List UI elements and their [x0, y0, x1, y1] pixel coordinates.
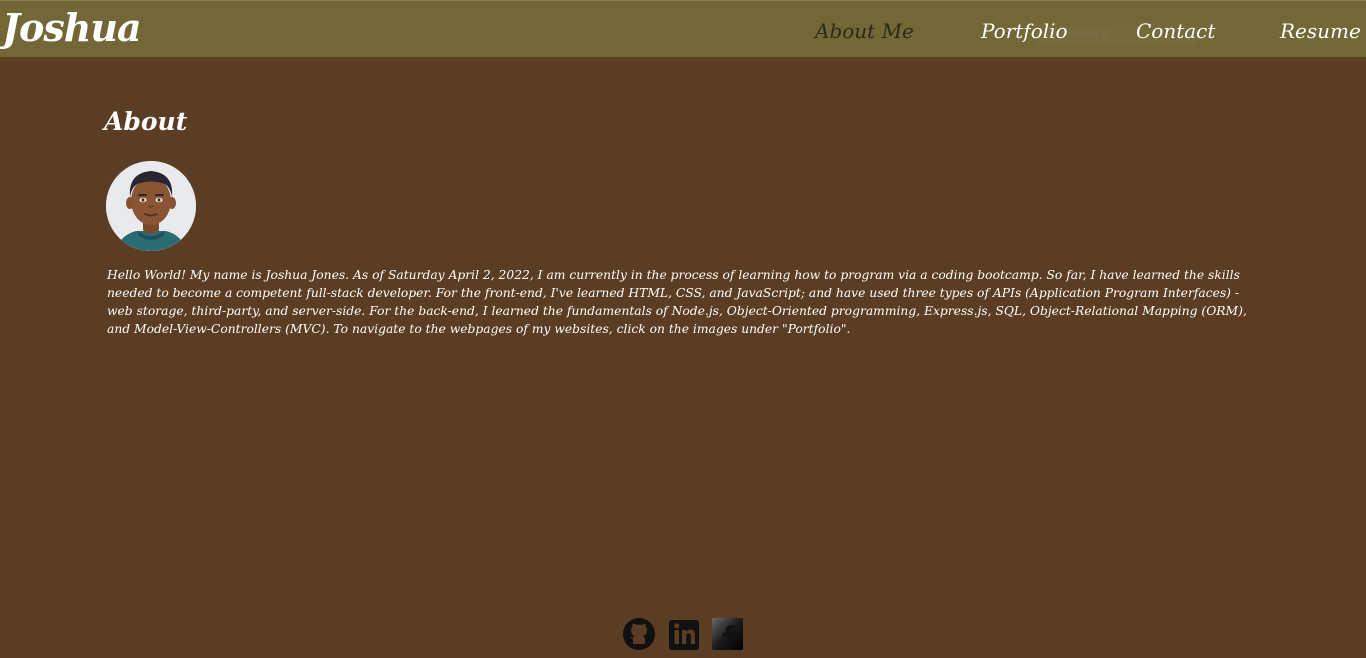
github-icon[interactable] [622, 617, 656, 651]
about-heading: About [104, 107, 188, 136]
nav-about-me[interactable]: About Me [815, 18, 914, 44]
person-avatar-icon [106, 161, 196, 251]
brand-title[interactable]: Joshua [2, 3, 142, 53]
nav-portfolio[interactable]: Portfolio [981, 18, 1068, 44]
bio-text: Hello World! My name is Joshua Jones. As… [107, 268, 1247, 336]
nav-contact[interactable]: Contact [1136, 18, 1215, 44]
linkedin-icon[interactable] [668, 617, 702, 651]
nav-resume[interactable]: Resume [1280, 18, 1361, 44]
facebook-icon[interactable] [711, 617, 745, 651]
site-header: Joshua rectangular S About Me Portfolio … [0, 0, 1366, 57]
